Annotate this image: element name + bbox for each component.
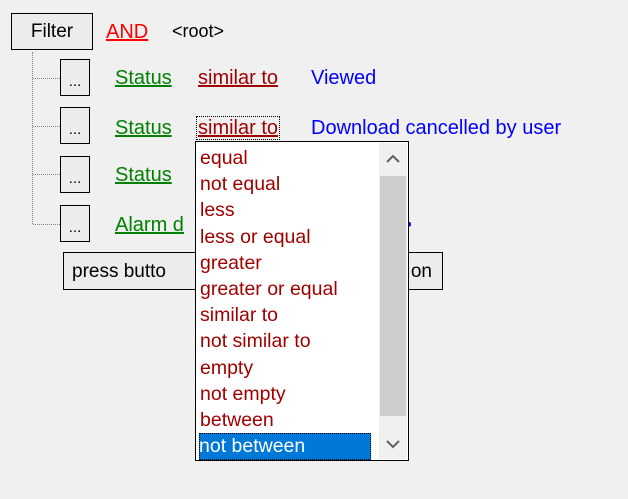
scrollbar-thumb[interactable] [380, 176, 406, 416]
condition-4-field[interactable]: Alarm d [115, 215, 184, 235]
condition-2-menu-button[interactable]: ... [60, 107, 90, 144]
dropdown-option-empty[interactable]: empty [200, 355, 372, 382]
chevron-up-icon[interactable] [379, 143, 407, 173]
dropdown-option-not-similar-to[interactable]: not similar to [200, 328, 372, 355]
dropdown-scrollbar[interactable] [379, 143, 407, 459]
dropdown-option-greater[interactable]: greater [200, 250, 372, 277]
add-condition-button-label-left: press butto [72, 260, 166, 282]
condition-1-comparison[interactable]: similar to [198, 68, 278, 88]
condition-1-value[interactable]: Viewed [311, 68, 376, 88]
condition-3-field[interactable]: Status [115, 165, 172, 185]
dropdown-option-between[interactable]: between [200, 407, 372, 434]
tree-branch-3 [33, 174, 60, 175]
operator-and-link[interactable]: AND [106, 22, 148, 42]
comparison-dropdown-list[interactable]: equal not equal less less or equal great… [195, 141, 409, 461]
chevron-down-icon[interactable] [379, 429, 407, 459]
root-label: <root> [172, 21, 225, 41]
condition-4-menu-button[interactable]: ... [60, 205, 90, 242]
dropdown-option-not-between[interactable]: not between [199, 433, 371, 461]
condition-1-field[interactable]: Status [115, 68, 172, 88]
tree-branch-4 [33, 224, 60, 225]
filter-button[interactable]: Filter [11, 13, 93, 50]
dropdown-option-less[interactable]: less [200, 197, 372, 224]
condition-1-menu-button[interactable]: ... [60, 59, 90, 96]
dropdown-option-similar-to[interactable]: similar to [200, 302, 372, 329]
dropdown-option-greater-or-equal[interactable]: greater or equal [200, 276, 372, 303]
add-condition-button-label-right: on [410, 260, 432, 282]
dropdown-option-equal[interactable]: equal [200, 145, 372, 172]
tree-branch-1 [33, 78, 60, 79]
dropdown-option-not-equal[interactable]: not equal [200, 171, 372, 198]
condition-2-value[interactable]: Download cancelled by user [311, 118, 561, 138]
condition-2-comparison[interactable]: similar to [195, 116, 281, 140]
tree-branch-2 [33, 126, 60, 127]
dropdown-option-less-or-equal[interactable]: less or equal [200, 224, 372, 251]
condition-3-menu-button[interactable]: ... [60, 156, 90, 193]
dropdown-option-not-empty[interactable]: not empty [200, 381, 372, 408]
condition-2-field[interactable]: Status [115, 118, 172, 138]
